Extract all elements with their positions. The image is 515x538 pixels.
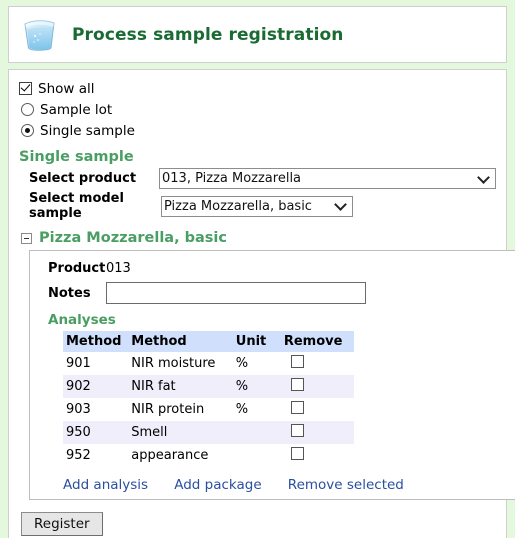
main-form-panel: Show all Sample lot Single sample Single… <box>8 69 515 538</box>
show-all-row[interactable]: Show all <box>19 78 496 99</box>
single-sample-row[interactable]: Single sample <box>21 120 496 141</box>
cell-unit: % <box>232 375 281 398</box>
column-header-remove: Remove <box>280 331 354 352</box>
cell-method-name: NIR moisture <box>131 356 216 371</box>
cell-unit <box>233 444 281 467</box>
sample-lot-label: Sample lot <box>40 101 113 118</box>
table-header-row: Method Method Unit Remove <box>63 331 354 352</box>
show-all-label: Show all <box>38 80 95 97</box>
cell-unit: % <box>235 356 249 371</box>
cell-unit <box>232 421 281 444</box>
notes-input[interactable] <box>106 282 366 304</box>
cell-method-name: Smell <box>128 421 233 444</box>
table-row: 952 appearance <box>63 444 354 467</box>
remove-checkbox[interactable] <box>290 355 304 368</box>
single-sample-radio[interactable] <box>21 124 34 137</box>
cell-remove <box>281 444 354 467</box>
single-sample-heading: Single sample <box>19 149 134 165</box>
cell-remove <box>281 352 354 375</box>
select-model-sample-dropdown[interactable]: Pizza Mozzarella, basic <box>161 195 353 217</box>
cell-method-name: appearance <box>131 448 209 463</box>
cell-method-code: 902 <box>63 375 129 398</box>
single-sample-label: Single sample <box>40 122 135 139</box>
cell-remove <box>280 421 354 444</box>
notes-row: Notes <box>30 282 515 304</box>
cell-method-name: NIR fat <box>128 375 233 398</box>
page-header: Process sample registration <box>8 6 507 63</box>
cell-method-name: NIR protein <box>131 402 205 417</box>
select-product-dropdown[interactable]: 013, Pizza Mozzarella <box>159 168 496 189</box>
page-root: Process sample registration Show all Sam… <box>0 0 515 538</box>
sample-details-box: Product 013 Notes Analyses Method Method… <box>29 250 515 500</box>
select-product-wrapper[interactable]: 013, Pizza Mozzarella <box>159 168 496 189</box>
section-title: Pizza Mozzarella, basic <box>39 230 227 246</box>
footer-actions: Register <box>19 512 496 536</box>
cell-method-code: 903 <box>66 402 91 417</box>
analyses-actions: Add analysis Add package Remove selected <box>30 477 515 493</box>
cell-remove <box>281 398 354 421</box>
show-all-checkbox[interactable] <box>19 82 32 95</box>
remove-checkbox[interactable] <box>290 424 304 437</box>
select-model-sample-label: Select model sample <box>29 191 124 221</box>
add-package-link[interactable]: Add package <box>174 477 261 493</box>
table-row: 902 NIR fat % <box>63 375 354 398</box>
collapse-toggle-icon[interactable] <box>21 232 32 244</box>
sample-lot-row[interactable]: Sample lot <box>21 99 496 120</box>
add-analysis-link[interactable]: Add analysis <box>63 477 148 493</box>
select-product-label: Select product <box>29 171 137 186</box>
select-product-row: Select product 013, Pizza Mozzarella <box>19 168 496 189</box>
notes-label: Notes <box>48 285 91 301</box>
remove-selected-link[interactable]: Remove selected <box>288 477 404 493</box>
cell-remove <box>280 375 354 398</box>
column-header-method-name: Method <box>128 331 233 352</box>
remove-checkbox[interactable] <box>290 401 304 414</box>
table-row: 950 Smell <box>63 421 354 444</box>
beaker-icon <box>19 15 59 55</box>
section-header[interactable]: Pizza Mozzarella, basic <box>21 230 496 246</box>
column-header-method-code: Method <box>63 331 129 352</box>
page-title: Process sample registration <box>72 24 344 45</box>
cell-method-code: 901 <box>66 356 91 371</box>
product-label: Product <box>48 261 106 276</box>
product-value: 013 <box>106 261 131 276</box>
product-row: Product 013 <box>30 261 515 276</box>
select-model-sample-row: Select model sample Pizza Mozzarella, ba… <box>19 191 496 221</box>
analyses-table: Method Method Unit Remove 901 NIR moistu… <box>63 331 354 467</box>
column-header-unit: Unit <box>232 331 281 352</box>
register-button[interactable]: Register <box>21 512 103 536</box>
cell-method-code: 952 <box>66 448 91 463</box>
sample-lot-radio[interactable] <box>21 103 34 116</box>
table-row: 901 NIR moisture % <box>63 352 354 375</box>
select-model-sample-wrapper[interactable]: Pizza Mozzarella, basic <box>161 195 353 217</box>
table-row: 903 NIR protein % <box>63 398 354 421</box>
remove-checkbox[interactable] <box>290 378 304 391</box>
analyses-heading: Analyses <box>48 312 116 328</box>
cell-method-code: 950 <box>63 421 129 444</box>
cell-unit: % <box>235 402 249 417</box>
remove-checkbox[interactable] <box>290 447 304 460</box>
